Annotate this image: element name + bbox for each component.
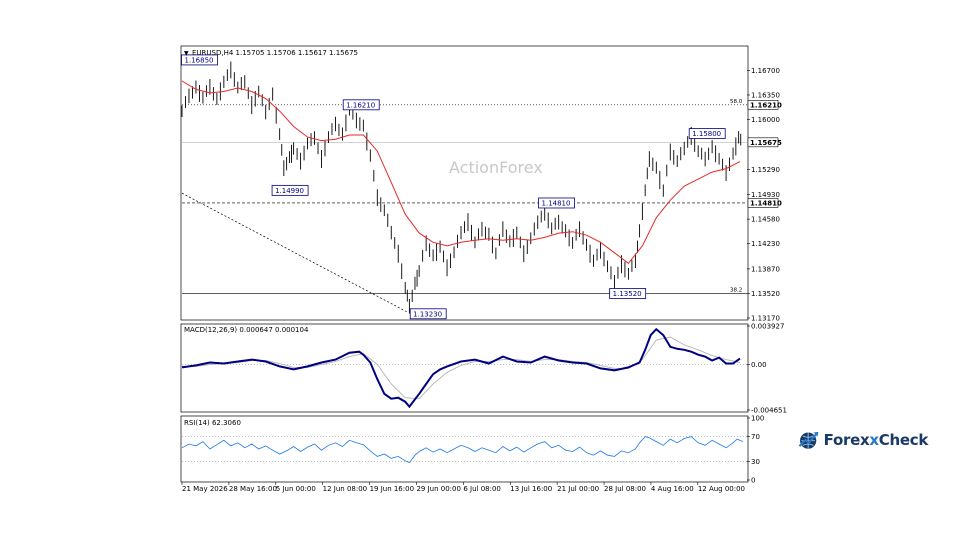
- price-axis-label: 1.14810: [750, 199, 782, 207]
- price-annotation: 1.13230: [409, 308, 447, 320]
- time-tick-label: 21 Jul 00:00: [557, 485, 599, 493]
- annotation-label: 1.14990: [275, 187, 304, 195]
- time-tick-label: 21 May 2026: [182, 485, 228, 493]
- rsi-tick-label: 100: [751, 415, 764, 423]
- macd-pane-frame: [180, 323, 749, 413]
- logo-text-x: x: [869, 431, 879, 449]
- logo-text-check: Check: [878, 431, 929, 449]
- macd-tick-label: 0.00: [751, 361, 767, 369]
- price-tick-label: 1.16000: [751, 116, 780, 124]
- price-annotation: 1.14990: [271, 184, 309, 196]
- time-tick-label: 6 Jul 08:00: [463, 485, 501, 493]
- annotation-label: 1.13230: [413, 310, 442, 318]
- fib-label: 58.0: [730, 99, 743, 105]
- chart-svg: ActionForex 58.0 38.2 1.16850 1.16210 1.1499…: [180, 45, 787, 493]
- price-pane-frame: [180, 45, 749, 321]
- macd-title: MACD(12,26,9) 0.000647 0.000104: [184, 326, 309, 334]
- collapse-triangle-icon[interactable]: ▼: [184, 50, 189, 57]
- annotation-label: 1.16850: [185, 56, 214, 64]
- forexcheck-logo: ForexxCheck: [798, 423, 928, 457]
- time-tick-label: 4 Aug 16:00: [651, 485, 694, 493]
- price-tick-label: 1.13870: [751, 265, 780, 273]
- price-axis-label: 1.15675: [750, 139, 782, 147]
- rsi-tick-label: 30: [751, 458, 760, 466]
- price-tick-label: 1.14580: [751, 216, 780, 224]
- rsi-tick-label: 0: [751, 477, 755, 485]
- annotation-label: 1.13520: [613, 290, 642, 298]
- rsi-pane-frame: [180, 415, 749, 483]
- price-tick-label: 1.14930: [751, 191, 780, 199]
- logo-text: ForexxCheck: [823, 431, 929, 449]
- price-annotation: 1.16210: [342, 99, 380, 111]
- time-tick-label: 19 Jun 16:00: [370, 485, 414, 493]
- annotation-label: 1.15800: [692, 130, 721, 138]
- price-title: EURUSD,H4 1.15705 1.15706 1.15617 1.1567…: [192, 49, 358, 57]
- time-tick-label: 28 Jul 08:00: [604, 485, 646, 493]
- price-tick-label: 1.16350: [751, 91, 780, 99]
- fib-label: 38.2: [730, 287, 742, 293]
- price-axis-label: 1.16210: [750, 101, 782, 109]
- time-tick-label: 12 Jun 08:00: [323, 485, 367, 493]
- globe-arrow-icon: [798, 431, 819, 449]
- time-tick-label: 28 May 16:00: [229, 485, 277, 493]
- macd-tick-label: 0.003927: [751, 323, 784, 331]
- price-tick-label: 1.14230: [751, 240, 780, 248]
- price-annotation: 1.13520: [609, 288, 647, 299]
- price-tick-label: 1.16700: [751, 67, 780, 75]
- chart-root: ActionForex 58.0 38.2 1.16850 1.16210 1.1499…: [0, 0, 960, 540]
- time-tick-label: 5 Jun 00:00: [276, 485, 316, 493]
- annotation-label: 1.16210: [346, 101, 375, 109]
- price-annotation: 1.15800: [688, 128, 726, 139]
- price-tick-label: 1.13520: [751, 290, 780, 298]
- annotation-label: 1.14810: [542, 199, 571, 207]
- rsi-title: RSI(14) 62.3060: [184, 419, 241, 427]
- logo-text-forex: Forex: [823, 431, 870, 449]
- time-tick-label: 13 Jul 16:00: [510, 485, 552, 493]
- price-annotation: 1.14810: [538, 197, 575, 209]
- price-tick-label: 1.13170: [751, 315, 780, 323]
- price-tick-label: 1.15290: [751, 166, 780, 174]
- time-tick-label: 12 Aug 00:00: [698, 485, 745, 493]
- time-tick-label: 29 Jun 00:00: [416, 485, 460, 493]
- macd-tick-label: -0.004651: [751, 407, 787, 415]
- rsi-tick-label: 70: [751, 433, 760, 441]
- watermark: ActionForex: [449, 158, 543, 177]
